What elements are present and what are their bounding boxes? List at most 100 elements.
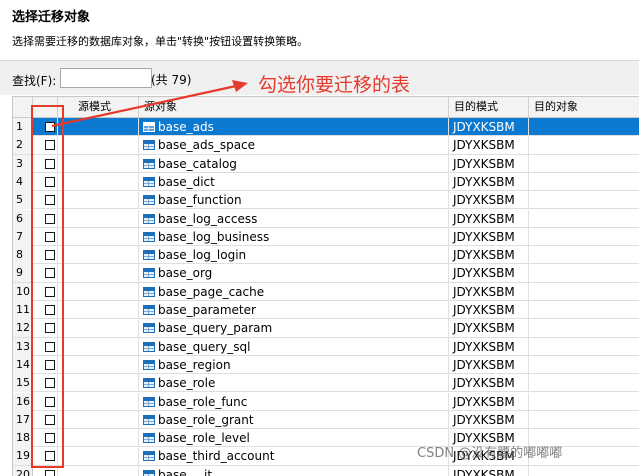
row-checkbox[interactable] <box>45 195 55 206</box>
row-checkbox[interactable] <box>45 341 55 352</box>
header-target-object[interactable]: 目的对象 <box>529 97 639 117</box>
source-object-cell[interactable]: base_query_sql <box>139 337 449 356</box>
source-object-cell[interactable]: base_log_business <box>139 227 449 246</box>
source-object-cell[interactable]: base_org <box>139 264 449 283</box>
source-object-cell[interactable]: base_ads_space <box>139 136 449 155</box>
target-object-cell[interactable] <box>529 118 639 136</box>
row-checkbox-cell[interactable] <box>33 447 58 466</box>
source-object-cell[interactable]: base_catalog <box>139 154 449 173</box>
table-row[interactable]: 11 base_parameter JDYXKSBM <box>13 301 639 320</box>
row-checkbox[interactable] <box>45 122 55 132</box>
row-checkbox[interactable] <box>45 433 55 444</box>
row-checkbox[interactable] <box>45 176 55 187</box>
target-object-cell[interactable] <box>529 319 639 337</box>
table-row[interactable]: 14 base_region JDYXKSBM <box>13 355 639 375</box>
target-schema-cell[interactable]: JDYXKSBM <box>449 410 529 429</box>
target-object-cell[interactable] <box>529 173 639 191</box>
target-object-cell[interactable] <box>529 356 639 374</box>
target-schema-cell[interactable]: JDYXKSBM <box>449 282 529 301</box>
target-object-cell[interactable] <box>529 301 639 319</box>
table-row[interactable]: 16 base_role_func JDYXKSBM <box>13 392 639 411</box>
target-object-cell[interactable] <box>529 136 639 154</box>
row-checkbox[interactable] <box>45 469 55 476</box>
row-checkbox[interactable] <box>45 286 55 297</box>
target-schema-cell[interactable]: JDYXKSBM <box>449 191 529 210</box>
target-schema-cell[interactable]: JDYXKSBM <box>449 227 529 246</box>
target-schema-cell[interactable]: JDYXKSBM <box>449 319 529 338</box>
target-object-cell[interactable] <box>529 191 639 209</box>
row-checkbox-cell[interactable] <box>33 282 58 301</box>
target-object-cell[interactable] <box>529 466 639 476</box>
target-object-cell[interactable] <box>529 393 639 411</box>
row-checkbox-cell[interactable] <box>33 374 58 393</box>
table-row[interactable]: 12 base_query_param JDYXKSBM <box>13 319 639 338</box>
row-checkbox[interactable] <box>45 268 55 279</box>
target-object-cell[interactable] <box>529 374 639 392</box>
source-object-cell[interactable]: base_log_access <box>139 209 449 228</box>
table-row[interactable]: 8 base_log_login JDYXKSBM <box>13 246 639 265</box>
target-schema-cell[interactable]: JDYXKSBM <box>449 154 529 173</box>
table-row[interactable]: 7 base_log_business JDYXKSBM <box>13 227 639 247</box>
source-object-cell[interactable]: base_region <box>139 355 449 374</box>
row-checkbox[interactable] <box>45 414 55 425</box>
header-checkbox[interactable] <box>33 97 58 117</box>
source-object-cell[interactable]: base_query_param <box>139 319 449 338</box>
row-checkbox-cell[interactable] <box>33 301 58 319</box>
row-checkbox[interactable] <box>45 305 55 315</box>
source-object-cell[interactable]: base_third_account <box>139 447 449 466</box>
row-checkbox[interactable] <box>45 323 55 334</box>
row-checkbox-cell[interactable] <box>33 465 58 476</box>
table-row[interactable]: 20 base_...it JDYXKSBM <box>13 465 639 476</box>
table-row[interactable]: 2 base_ads_space JDYXKSBM <box>13 136 639 155</box>
row-checkbox[interactable] <box>45 359 55 370</box>
header-source-schema[interactable]: 源模式 <box>58 97 139 117</box>
target-object-cell[interactable] <box>529 411 639 429</box>
target-object-cell[interactable] <box>529 228 639 246</box>
row-checkbox-cell[interactable] <box>33 429 58 448</box>
target-object-cell[interactable] <box>529 155 639 173</box>
target-schema-cell[interactable]: JDYXKSBM <box>449 355 529 374</box>
table-row[interactable]: 9 base_org JDYXKSBM <box>13 264 639 283</box>
row-checkbox-cell[interactable] <box>33 319 58 338</box>
target-schema-cell[interactable]: JDYXKSBM <box>449 172 529 191</box>
source-object-cell[interactable]: base_log_login <box>139 246 449 265</box>
source-object-cell[interactable]: base_parameter <box>139 301 449 319</box>
source-object-cell[interactable]: base_function <box>139 191 449 210</box>
table-row[interactable]: 15 base_role JDYXKSBM <box>13 374 639 393</box>
row-checkbox[interactable] <box>45 231 55 242</box>
row-checkbox-cell[interactable] <box>33 227 58 246</box>
row-checkbox[interactable] <box>45 451 55 462</box>
row-checkbox-cell[interactable] <box>33 410 58 429</box>
row-checkbox[interactable] <box>45 396 55 407</box>
target-schema-cell[interactable]: JDYXKSBM <box>449 465 529 476</box>
row-checkbox[interactable] <box>45 378 55 389</box>
target-schema-cell[interactable]: JDYXKSBM <box>449 374 529 393</box>
table-row[interactable]: 17 base_role_grant JDYXKSBM <box>13 410 639 430</box>
target-object-cell[interactable] <box>529 264 639 282</box>
row-checkbox-cell[interactable] <box>33 246 58 265</box>
target-object-cell[interactable] <box>529 338 639 356</box>
target-schema-cell[interactable]: JDYXKSBM <box>449 337 529 356</box>
row-checkbox-cell[interactable] <box>33 118 58 136</box>
source-object-cell[interactable]: base_...it <box>139 465 449 476</box>
source-object-cell[interactable]: base_role_grant <box>139 410 449 429</box>
header-target-schema[interactable]: 目的模式 <box>449 97 529 117</box>
source-object-cell[interactable]: base_role <box>139 374 449 393</box>
header-source-object[interactable]: 源对象 <box>139 97 449 117</box>
table-row[interactable]: 1 base_ads JDYXKSBM <box>13 118 639 137</box>
source-object-cell[interactable]: base_role_level <box>139 429 449 448</box>
row-checkbox-cell[interactable] <box>33 355 58 374</box>
source-object-cell[interactable]: base_ads <box>139 118 449 136</box>
target-schema-cell[interactable]: JDYXKSBM <box>449 209 529 228</box>
table-row[interactable]: 5 base_function JDYXKSBM <box>13 191 639 210</box>
source-object-cell[interactable]: base_role_func <box>139 392 449 411</box>
row-checkbox-cell[interactable] <box>33 337 58 356</box>
target-object-cell[interactable] <box>529 283 639 301</box>
row-checkbox[interactable] <box>45 158 55 169</box>
row-checkbox-cell[interactable] <box>33 392 58 411</box>
row-checkbox[interactable] <box>45 250 55 261</box>
row-checkbox-cell[interactable] <box>33 209 58 228</box>
source-object-cell[interactable]: base_page_cache <box>139 282 449 301</box>
table-row[interactable]: 4 base_dict JDYXKSBM <box>13 172 639 192</box>
row-checkbox-cell[interactable] <box>33 172 58 191</box>
